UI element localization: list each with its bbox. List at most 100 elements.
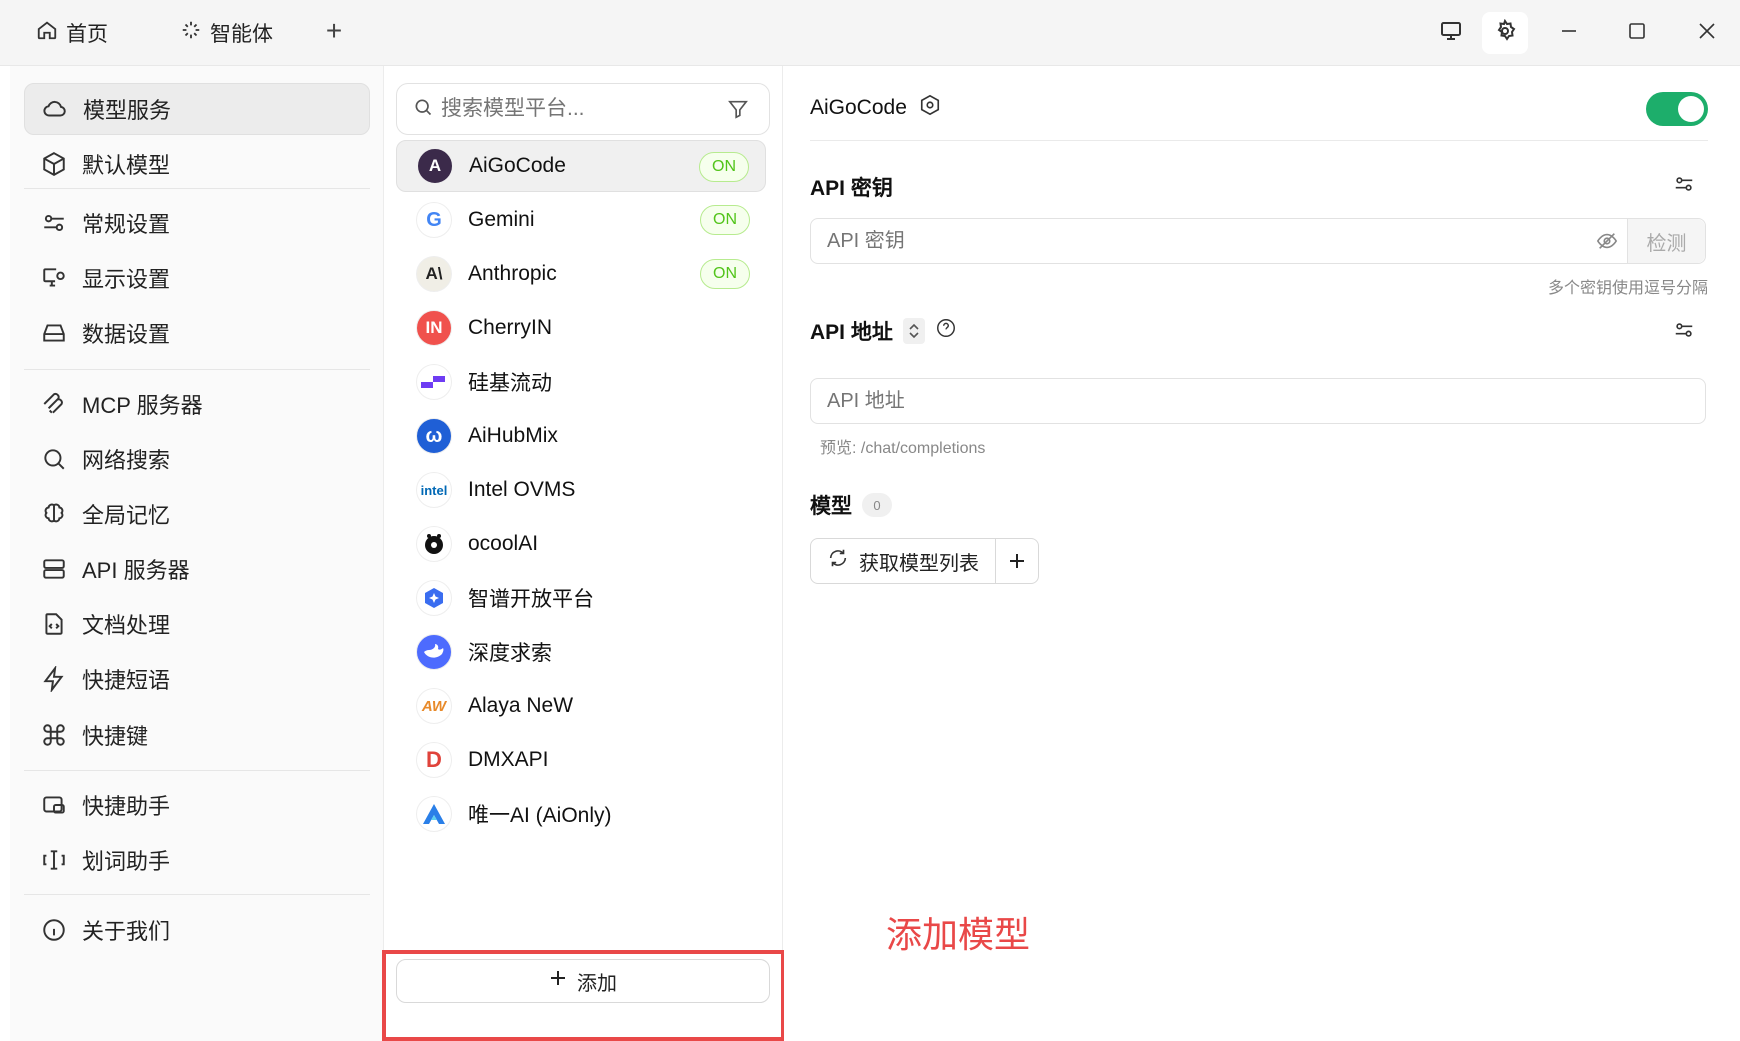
- provider-enable-toggle[interactable]: [1646, 92, 1708, 126]
- google-logo-icon: G: [416, 202, 452, 238]
- gear-icon: [1493, 18, 1517, 48]
- sidebar-item-shortcuts[interactable]: 快捷键: [24, 709, 370, 761]
- provider-name: Gemini: [468, 208, 535, 231]
- sidebar-item-documents[interactable]: 文档处理: [24, 598, 370, 650]
- settings-button[interactable]: [1482, 12, 1528, 54]
- fetch-models-group: 获取模型列表: [810, 538, 1039, 584]
- sidebar-item-label: API 服务器: [82, 558, 190, 583]
- sidebar-item-label: 快捷助手: [82, 794, 171, 819]
- provider-title-text: AiGoCode: [810, 96, 907, 119]
- api-url-title-text: API 地址: [810, 321, 893, 344]
- sidebar-item-label: 数据设置: [82, 322, 171, 347]
- monitor-icon: [1439, 19, 1463, 48]
- sidebar-divider: [24, 188, 370, 189]
- sidebar-item-display[interactable]: 显示设置: [24, 252, 370, 304]
- check-button[interactable]: 检测: [1627, 219, 1705, 263]
- provider-item[interactable]: A AiGoCode ON: [396, 140, 766, 192]
- chevron-up-down-icon[interactable]: [902, 318, 925, 344]
- api-url-input[interactable]: [811, 389, 1705, 413]
- mcp-icon: [40, 390, 68, 418]
- command-icon: [40, 721, 68, 749]
- sidebar-item-memory[interactable]: 全局记忆: [24, 488, 370, 540]
- provider-item[interactable]: 唯一AI (AiOnly): [396, 788, 766, 840]
- minimize-icon: [1559, 21, 1579, 46]
- monitor-button[interactable]: [1428, 12, 1474, 54]
- sidebar-item-selection-assistant[interactable]: 划词助手: [24, 834, 370, 886]
- provider-item[interactable]: 硅基流动: [396, 356, 766, 408]
- sidebar-item-web-search[interactable]: 网络搜索: [24, 433, 370, 485]
- fetch-models-button[interactable]: 获取模型列表: [811, 539, 996, 583]
- sidebar-item-data[interactable]: 数据设置: [24, 307, 370, 359]
- tab-agent[interactable]: 智能体: [180, 16, 273, 50]
- new-tab-button[interactable]: +: [322, 17, 346, 45]
- fetch-models-label: 获取模型列表: [859, 552, 979, 575]
- provider-name: ocoolAI: [468, 532, 539, 555]
- sidebar-item-label: 默认模型: [82, 153, 171, 178]
- provider-item[interactable]: 智谱开放平台: [396, 572, 766, 624]
- cube-icon: [40, 150, 68, 178]
- brain-icon: [40, 500, 68, 528]
- settings-sidebar: 模型服务 默认模型 常规设置 显示设置 数据设置 MCP 服务器 网络搜索 全局…: [10, 66, 384, 1041]
- provider-name: Alaya NeW: [468, 694, 574, 717]
- on-badge: ON: [700, 205, 750, 235]
- provider-item[interactable]: A\ Anthropic ON: [396, 248, 766, 300]
- sidebar-divider: [24, 894, 370, 895]
- tab-home-label: 首页: [66, 23, 108, 46]
- zap-icon: [40, 665, 68, 693]
- sidebar-divider: [24, 369, 370, 370]
- anthropic-logo-icon: A\: [416, 256, 452, 292]
- sidebar-item-default-model[interactable]: 默认模型: [24, 138, 370, 190]
- provider-search[interactable]: [396, 83, 770, 135]
- models-count-badge: 0: [862, 493, 892, 517]
- api-url-title: API 地址: [810, 316, 957, 346]
- monitor-gear-icon: [40, 264, 68, 292]
- provider-search-input[interactable]: [441, 97, 711, 121]
- provider-item[interactable]: G Gemini ON: [396, 194, 766, 246]
- cloud-icon: [41, 95, 69, 123]
- api-url-settings-icon[interactable]: [1670, 316, 1698, 344]
- provider-list-panel: A AiGoCode ON G Gemini ON A\ Anthropic O…: [384, 66, 783, 1041]
- provider-item[interactable]: AW Alaya NeW: [396, 680, 766, 732]
- sidebar-item-api-server[interactable]: API 服务器: [24, 543, 370, 595]
- text-cursor-icon: [40, 846, 68, 874]
- sidebar-item-label: 关于我们: [82, 919, 171, 944]
- filter-icon[interactable]: [727, 98, 749, 125]
- sidebar-divider: [24, 770, 370, 771]
- api-key-input[interactable]: [811, 229, 1587, 253]
- provider-name: CherryIN: [468, 316, 553, 339]
- sidebar-item-quick-assistant[interactable]: 快捷助手: [24, 779, 370, 831]
- sidebar-item-general[interactable]: 常规设置: [24, 197, 370, 249]
- provider-item[interactable]: intel Intel OVMS: [396, 464, 766, 516]
- sidebar-item-model-service[interactable]: 模型服务: [24, 83, 370, 135]
- provider-settings-icon[interactable]: [919, 94, 941, 122]
- aigocode-logo-icon: A: [417, 148, 453, 184]
- close-button[interactable]: [1684, 12, 1730, 54]
- sparkle-icon: [180, 19, 202, 47]
- sidebar-item-label: 文档处理: [82, 613, 171, 638]
- minimize-button[interactable]: [1546, 12, 1592, 54]
- provider-name: 硅基流动: [468, 372, 552, 395]
- help-icon[interactable]: [935, 317, 957, 345]
- intel-logo-icon: intel: [416, 472, 452, 508]
- provider-name: DMXAPI: [468, 748, 549, 771]
- sidebar-item-quick-phrases[interactable]: 快捷短语: [24, 653, 370, 705]
- api-url-preview: 预览: /chat/completions: [820, 440, 986, 457]
- maximize-button[interactable]: [1614, 12, 1660, 54]
- assistant-icon: [40, 791, 68, 819]
- on-badge: ON: [699, 152, 749, 182]
- eye-off-icon[interactable]: [1587, 219, 1627, 263]
- sliders-icon: [40, 209, 68, 237]
- provider-item[interactable]: ω AiHubMix: [396, 410, 766, 462]
- sidebar-item-label: 模型服务: [83, 98, 172, 123]
- zhipu-logo-icon: [416, 580, 452, 616]
- provider-item[interactable]: 深度求索: [396, 626, 766, 678]
- sidebar-item-label: 全局记忆: [82, 503, 171, 528]
- provider-item[interactable]: D DMXAPI: [396, 734, 766, 786]
- sidebar-item-about[interactable]: 关于我们: [24, 904, 370, 956]
- tab-home[interactable]: 首页: [36, 16, 108, 50]
- add-model-button[interactable]: [996, 539, 1038, 583]
- provider-item[interactable]: ocoolAI: [396, 518, 766, 570]
- sidebar-item-mcp[interactable]: MCP 服务器: [24, 378, 370, 430]
- provider-item[interactable]: IN CherryIN: [396, 302, 766, 354]
- api-key-settings-icon[interactable]: [1670, 170, 1698, 198]
